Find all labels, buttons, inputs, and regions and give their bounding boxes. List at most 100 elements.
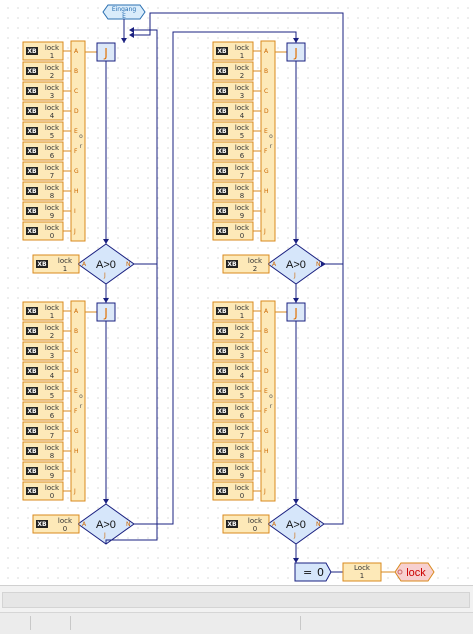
decision-condition: A>0	[96, 519, 116, 531]
input-variable-b1-3[interactable]: XB lock3	[22, 81, 64, 101]
input-variable-b2-4[interactable]: XB lock4	[212, 101, 254, 121]
or-gate-b4[interactable]: orABCDEFGHIJ	[260, 300, 276, 502]
variable-icon-label: XB	[27, 88, 37, 95]
input-variable-b2-10[interactable]: XB lock0	[212, 221, 254, 241]
variable-index: 8	[240, 192, 244, 200]
or-gate-b1[interactable]: orABCDEFGHIJ	[70, 40, 86, 242]
input-variable-b1-4[interactable]: XB lock4	[22, 101, 64, 121]
input-variable-b1-1[interactable]: XB lock1	[22, 41, 64, 61]
input-variable-b4-4[interactable]: XB lock4	[212, 361, 254, 381]
input-variable-b4-1[interactable]: XB lock1	[212, 301, 254, 321]
decision-pin-label: N	[126, 521, 131, 528]
input-variable-b2-1[interactable]: XB lock1	[212, 41, 254, 61]
input-variable-b2-6[interactable]: XB lock6	[212, 141, 254, 161]
input-variable-b2-2[interactable]: XB lock2	[212, 61, 254, 81]
variable-icon-label: XB	[27, 448, 37, 455]
variable-index: 8	[50, 452, 54, 460]
or-pin-label: E	[74, 128, 78, 135]
input-variable-b1-6[interactable]: XB lock6	[22, 141, 64, 161]
entry-terminal[interactable]: EingangE	[102, 4, 146, 20]
variable-name: lock	[45, 444, 60, 452]
decision-b4[interactable]: A>0A NJ	[267, 503, 325, 545]
variable-name: lock	[45, 224, 60, 232]
variable-name: lock	[45, 404, 60, 412]
decision-condition: A>0	[286, 519, 306, 531]
input-variable-b4-6[interactable]: XB lock6	[212, 401, 254, 421]
input-variable-b3-5[interactable]: XB lock5	[22, 381, 64, 401]
variable-icon-label: XB	[37, 521, 47, 528]
decision-pin-label: N	[126, 261, 131, 268]
input-variable-b3-4[interactable]: XB lock4	[22, 361, 64, 381]
or-pin-label: G	[74, 428, 79, 435]
scrollbar-thumb[interactable]	[2, 592, 470, 608]
input-variable-b1-5[interactable]: XB lock5	[22, 121, 64, 141]
junction-b1[interactable]: J	[96, 42, 116, 62]
or-gate-b2[interactable]: orABCDEFGHIJ	[260, 40, 276, 242]
input-variable-b2-8[interactable]: XB lock8	[212, 181, 254, 201]
arrow-head-icon	[103, 298, 109, 303]
variable-index: 2	[50, 72, 54, 80]
variable-name: lock	[235, 44, 250, 52]
input-variable-b1-2[interactable]: XB lock2	[22, 61, 64, 81]
variable-name: lock	[45, 124, 60, 132]
variable-index: 4	[50, 112, 55, 120]
input-variable-b1-7[interactable]: XB lock7	[22, 161, 64, 181]
input-variable-b4-3[interactable]: XB lock3	[212, 341, 254, 361]
condition-input-b3[interactable]: XB lock0	[32, 514, 80, 534]
input-variable-b3-7[interactable]: XB lock7	[22, 421, 64, 441]
input-variable-b2-3[interactable]: XB lock3	[212, 81, 254, 101]
variable-icon-label: XB	[227, 521, 237, 528]
assign-node[interactable]: = 0	[294, 562, 332, 582]
diagram-canvas[interactable]: Eingang Eo r A B C D E F G H I J XB lock 1 XB lock 2 XB lock…	[0, 0, 473, 585]
input-variable-b2-7[interactable]: XB lock7	[212, 161, 254, 181]
output-variable[interactable]: Lock1	[342, 562, 382, 582]
variable-icon-label: XB	[217, 88, 227, 95]
input-variable-b4-7[interactable]: XB lock7	[212, 421, 254, 441]
input-variable-b1-10[interactable]: XB lock0	[22, 221, 64, 241]
entry-sub: E	[122, 13, 126, 20]
condition-input-b4[interactable]: XB lock0	[222, 514, 270, 534]
input-variable-b4-5[interactable]: XB lock5	[212, 381, 254, 401]
decision-b3[interactable]: A>0A NJ	[77, 503, 135, 545]
input-variable-b3-6[interactable]: XB lock6	[22, 401, 64, 421]
variable-icon-label: XB	[217, 468, 227, 475]
input-variable-b3-9[interactable]: XB lock9	[22, 461, 64, 481]
input-variable-b3-1[interactable]: XB lock1	[22, 301, 64, 321]
arrow-head-icon	[321, 261, 326, 267]
junction-label: J	[103, 46, 108, 60]
output-terminal[interactable]: lock	[394, 562, 435, 582]
decision-b2[interactable]: A>0A NJ	[267, 243, 325, 285]
variable-icon-label: XB	[217, 188, 227, 195]
or-pin-label: C	[264, 348, 268, 355]
input-variable-b1-8[interactable]: XB lock8	[22, 181, 64, 201]
input-variable-b3-10[interactable]: XB lock0	[22, 481, 64, 501]
input-variable-b4-2[interactable]: XB lock2	[212, 321, 254, 341]
or-pin-label: G	[264, 428, 269, 435]
input-variable-b3-2[interactable]: XB lock2	[22, 321, 64, 341]
junction-b3[interactable]: J	[96, 302, 116, 322]
variable-index: 2	[50, 332, 54, 340]
input-variable-b4-8[interactable]: XB lock8	[212, 441, 254, 461]
input-variable-b1-9[interactable]: XB lock9	[22, 201, 64, 221]
junction-b4[interactable]: J	[286, 302, 306, 322]
decision-condition: A>0	[286, 259, 306, 271]
or-pin-label: I	[264, 208, 266, 215]
input-variable-b4-9[interactable]: XB lock9	[212, 461, 254, 481]
decision-condition: A>0	[96, 259, 116, 271]
input-variable-b2-5[interactable]: XB lock5	[212, 121, 254, 141]
input-variable-b2-9[interactable]: XB lock9	[212, 201, 254, 221]
input-variable-b3-8[interactable]: XB lock8	[22, 441, 64, 461]
condition-input-b1[interactable]: XB lock1	[32, 254, 80, 274]
variable-index: 7	[240, 172, 244, 180]
input-variable-b4-10[interactable]: XB lock0	[212, 481, 254, 501]
junction-b2[interactable]: J	[286, 42, 306, 62]
variable-name: lock	[45, 104, 60, 112]
variable-icon-label: XB	[27, 348, 37, 355]
or-gate-b3[interactable]: orABCDEFGHIJ	[70, 300, 86, 502]
input-variable-b3-3[interactable]: XB lock3	[22, 341, 64, 361]
condition-input-b2[interactable]: XB lock2	[222, 254, 270, 274]
connector-line	[134, 263, 158, 302]
variable-icon-label: XB	[217, 168, 227, 175]
decision-b1[interactable]: A>0A NJ	[77, 243, 135, 285]
horizontal-scrollbar[interactable]	[0, 585, 473, 613]
